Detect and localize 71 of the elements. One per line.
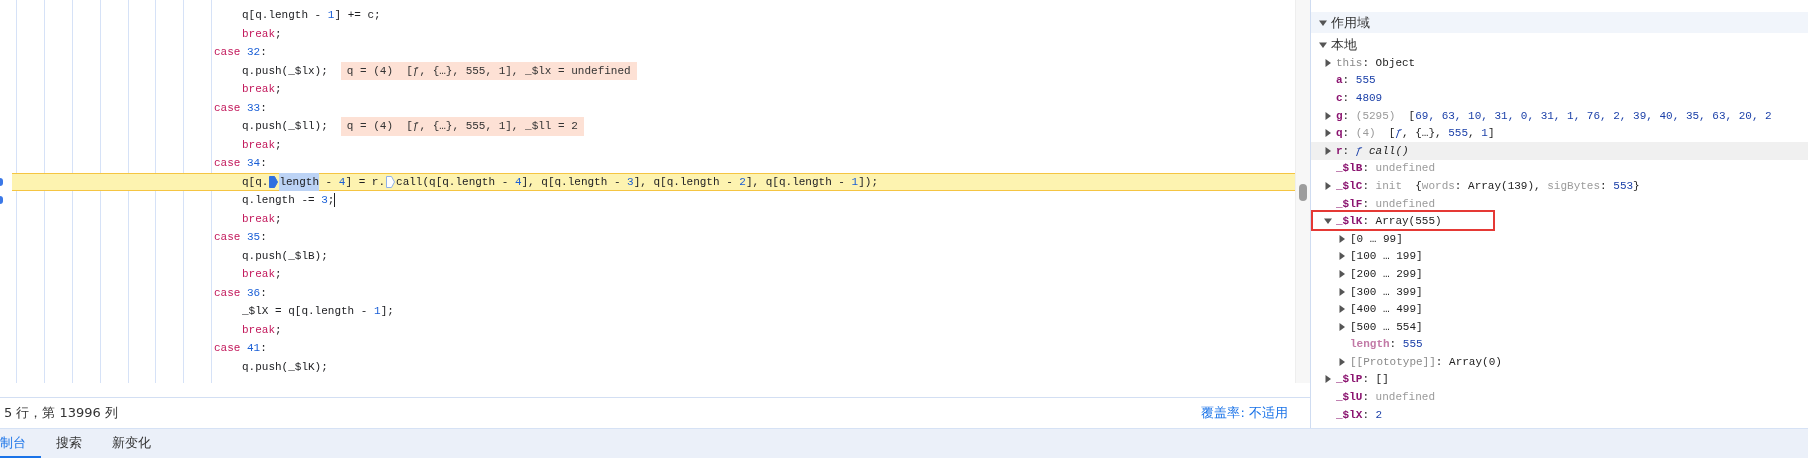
- scope-variable: _$lK: Array(555): [1336, 215, 1442, 228]
- scope-variable: length: 555: [1350, 338, 1423, 351]
- scope-variable: _$lF: undefined: [1336, 197, 1436, 210]
- scope-variable: a: 555: [1336, 74, 1376, 87]
- expand-arrow-icon[interactable]: [1337, 233, 1347, 244]
- expand-arrow-icon[interactable]: [1337, 356, 1347, 367]
- selected-text: length: [279, 172, 319, 191]
- drawer-tab[interactable]: 搜索: [41, 429, 97, 458]
- code-text: q.push(_$ll);: [242, 119, 328, 134]
- code-text: q[q.length - 1] += c;: [242, 8, 381, 23]
- code-text: q.push(_$lK);: [242, 359, 328, 375]
- expand-arrow-icon[interactable]: [1337, 286, 1347, 297]
- section-header[interactable]: 作用域: [1311, 12, 1808, 33]
- scope-group-title[interactable]: 本地: [1331, 36, 1357, 54]
- code-text: case 35:: [214, 230, 267, 245]
- code-text: break;: [242, 322, 282, 338]
- scope-variable: _$lB: undefined: [1336, 162, 1436, 175]
- scope-variable: _$lC: init {words: Array(139), sigBytes: 553}: [1336, 179, 1640, 192]
- scope-variable: [500 … 554]: [1350, 320, 1423, 333]
- scope-variable: this: Object: [1336, 56, 1416, 69]
- scrollbar-thumb[interactable]: [1299, 184, 1307, 201]
- expand-arrow-icon[interactable]: [1323, 57, 1333, 68]
- code-text: break;: [242, 137, 282, 153]
- code-text: break;: [242, 82, 282, 97]
- scope-variable: [300 … 399]: [1350, 285, 1423, 298]
- drawer-tab[interactable]: 新变化: [97, 429, 166, 458]
- expand-arrow-icon[interactable]: [1323, 180, 1333, 191]
- coverage-link[interactable]: 覆盖率: 不适用: [1201, 404, 1288, 422]
- scope-variable: g: (5295) [69, 63, 10, 31, 0, 31, 1, 76, 2, 39, 40, 35, 63, 20, 2: [1336, 109, 1772, 122]
- scope-variable: _$lU: undefined: [1336, 391, 1436, 404]
- drawer-tab[interactable]: 制台: [0, 429, 41, 458]
- code-text: case 36:: [214, 285, 267, 301]
- inline-value: q = (4) [ƒ, {…}, 555, 1], _$lx = undefined: [340, 61, 637, 80]
- scope-variable: [0 … 99]: [1350, 232, 1403, 245]
- scope-variable: c: 4809: [1336, 92, 1383, 104]
- inline-value: q = (4) [ƒ, {…}, 555, 1], _$ll = 2: [340, 117, 584, 136]
- code-text: break;: [242, 211, 282, 227]
- code-text: case 33:: [214, 100, 267, 116]
- expand-arrow-icon[interactable]: [1323, 374, 1333, 385]
- code-text: call(q[q.length - 4], q[q.length - 3], q[q.length - 2], q[q.length - 1]);: [396, 174, 878, 190]
- code-text: q.push(_$lB);: [242, 248, 328, 264]
- code-text: - 4] = r.: [324, 174, 386, 190]
- code-text: q.length -= 3;: [242, 193, 335, 208]
- code-text: q[q.: [242, 174, 269, 190]
- expand-arrow-icon[interactable]: [1337, 321, 1347, 332]
- scope-variable: [100 … 199]: [1350, 250, 1423, 263]
- cursor-position: 5 行，第 13996 列: [4, 404, 119, 422]
- scope-variable: [200 … 299]: [1350, 267, 1423, 280]
- expand-arrow-icon[interactable]: [1323, 110, 1333, 121]
- code-text: case 41:: [214, 341, 267, 356]
- step-marker-icon[interactable]: [269, 175, 279, 188]
- section-title: 作用域: [1331, 13, 1370, 32]
- expand-arrow-icon[interactable]: [1337, 251, 1347, 262]
- scope-variable: [[Prototype]]: Array(0): [1350, 355, 1502, 368]
- expand-arrow-icon[interactable]: [1323, 145, 1333, 156]
- scope-variable: [400 … 499]: [1350, 303, 1423, 316]
- code-text: case 32:: [214, 45, 267, 60]
- step-marker-icon[interactable]: [386, 175, 396, 188]
- expand-arrow-icon[interactable]: [1323, 128, 1333, 139]
- scope-variable: q: (4) [ƒ, {…}, 555, 1]: [1336, 127, 1495, 140]
- code-text: q.push(_$lx);: [242, 63, 328, 79]
- expand-arrow-icon[interactable]: [1337, 268, 1347, 279]
- expand-arrow-icon[interactable]: [1337, 304, 1347, 315]
- code-text: break;: [242, 267, 282, 282]
- scope-variable: _$lP: []: [1336, 373, 1389, 386]
- code-text: case 34:: [214, 156, 267, 171]
- code-text: _$lX = q[q.length - 1];: [242, 304, 394, 319]
- scope-variable: r: ƒ call(): [1336, 144, 1409, 157]
- scope-variable: _$lX: 2: [1336, 408, 1383, 421]
- code-text: break;: [242, 26, 282, 42]
- expand-arrow-icon[interactable]: [1318, 40, 1328, 50]
